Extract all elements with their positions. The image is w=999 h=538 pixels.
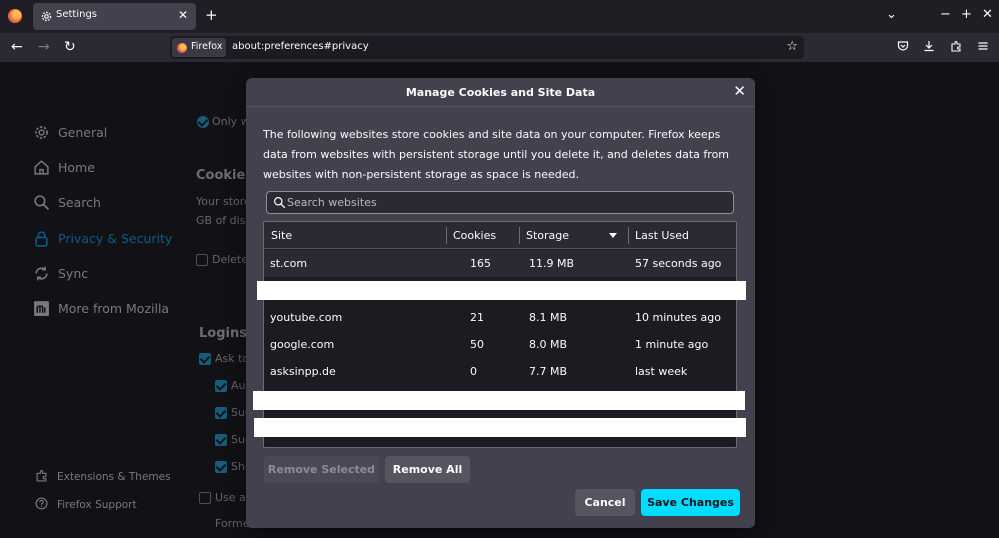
table-row[interactable]: google.com 50 8.0 MB 1 minute ago	[264, 331, 736, 358]
cell-site: google.com	[270, 338, 335, 351]
close-icon[interactable]: ✕	[733, 83, 746, 99]
redacted-row	[254, 418, 746, 437]
dialog-title: Manage Cookies and Site Data	[405, 86, 596, 99]
reload-icon[interactable]: ↻	[64, 39, 76, 55]
url-text[interactable]: about:preferences#privacy	[232, 41, 369, 52]
redacted-row	[257, 281, 746, 300]
close-tab-icon[interactable]: ✕	[178, 8, 188, 22]
cell-last-used: 10 minutes ago	[635, 311, 721, 324]
search-icon	[274, 197, 286, 209]
firefox-logo-icon	[177, 43, 187, 53]
table-row[interactable]: st.com 165 11.9 MB 57 seconds ago	[264, 250, 736, 277]
cell-cookies: 0	[470, 365, 477, 378]
column-storage[interactable]: Storage	[526, 229, 569, 242]
extensions-icon[interactable]	[950, 40, 962, 55]
cell-cookies: 165	[470, 257, 491, 270]
cell-last-used: last week	[635, 365, 688, 378]
dialog-header: Manage Cookies and Site Data ✕	[246, 78, 755, 107]
cell-last-used: 1 minute ago	[635, 338, 709, 351]
back-arrow-icon[interactable]: ←	[11, 39, 23, 55]
remove-selected-button[interactable]: Remove Selected	[264, 456, 379, 483]
table-row[interactable]: youtube.com 21 8.1 MB 10 minutes ago	[264, 304, 736, 331]
dialog-description: The following websites store cookies and…	[263, 128, 730, 181]
forward-arrow-icon: →	[38, 39, 50, 55]
column-cookies[interactable]: Cookies	[453, 229, 496, 242]
firefox-logo-icon[interactable]	[8, 9, 22, 23]
pocket-icon[interactable]	[897, 40, 909, 55]
gear-icon	[41, 11, 52, 22]
cell-storage: 8.1 MB	[529, 311, 568, 324]
bookmark-star-icon[interactable]: ☆	[786, 39, 798, 55]
identity-label: Firefox	[191, 41, 223, 52]
tab-bar: Settings ✕ + ⌄ − + ✕	[0, 0, 999, 33]
nav-bar: ← → ↻ Firefox about:preferences#privacy …	[0, 33, 999, 62]
menu-icon[interactable]	[977, 40, 989, 55]
tab-title: Settings	[56, 9, 98, 20]
cell-cookies: 50	[470, 338, 484, 351]
search-websites-field[interactable]	[266, 191, 734, 214]
cell-site: youtube.com	[270, 311, 343, 324]
maximize-button[interactable]: +	[961, 7, 972, 23]
close-window-button[interactable]: ✕	[982, 7, 993, 23]
cell-storage: 11.9 MB	[529, 257, 575, 270]
redacted-row	[253, 391, 745, 410]
remove-all-button[interactable]: Remove All	[385, 456, 470, 483]
cell-last-used: 57 seconds ago	[635, 257, 722, 270]
list-all-tabs-icon[interactable]: ⌄	[886, 7, 897, 23]
identity-box[interactable]: Firefox	[172, 38, 226, 57]
new-tab-button[interactable]: +	[205, 6, 218, 24]
sites-table: Site Cookies Storage Last Used st.com 16…	[263, 221, 737, 448]
table-row[interactable]: asksinpp.de 0 7.7 MB last week	[264, 358, 736, 385]
tab-settings[interactable]: Settings ✕	[33, 3, 196, 30]
url-bar[interactable]: Firefox about:preferences#privacy ☆	[170, 36, 804, 59]
column-site[interactable]: Site	[271, 229, 292, 242]
cell-site: asksinpp.de	[270, 365, 336, 378]
column-divider[interactable]	[628, 227, 629, 244]
save-changes-button[interactable]: Save Changes	[641, 489, 740, 516]
cell-storage: 7.7 MB	[529, 365, 568, 378]
table-header: Site Cookies Storage Last Used	[264, 222, 736, 249]
cancel-button[interactable]: Cancel	[575, 489, 635, 516]
downloads-icon[interactable]	[923, 40, 935, 55]
cell-cookies: 21	[470, 311, 484, 324]
cell-site: st.com	[270, 257, 308, 270]
cell-storage: 8.0 MB	[529, 338, 568, 351]
search-input[interactable]	[287, 192, 727, 213]
minimize-button[interactable]: −	[940, 7, 951, 23]
column-last-used[interactable]: Last Used	[635, 229, 689, 242]
sort-descending-icon	[609, 233, 617, 238]
manage-cookies-dialog: Manage Cookies and Site Data ✕ The follo…	[246, 78, 755, 528]
column-divider[interactable]	[519, 227, 520, 244]
column-divider[interactable]	[446, 227, 447, 244]
